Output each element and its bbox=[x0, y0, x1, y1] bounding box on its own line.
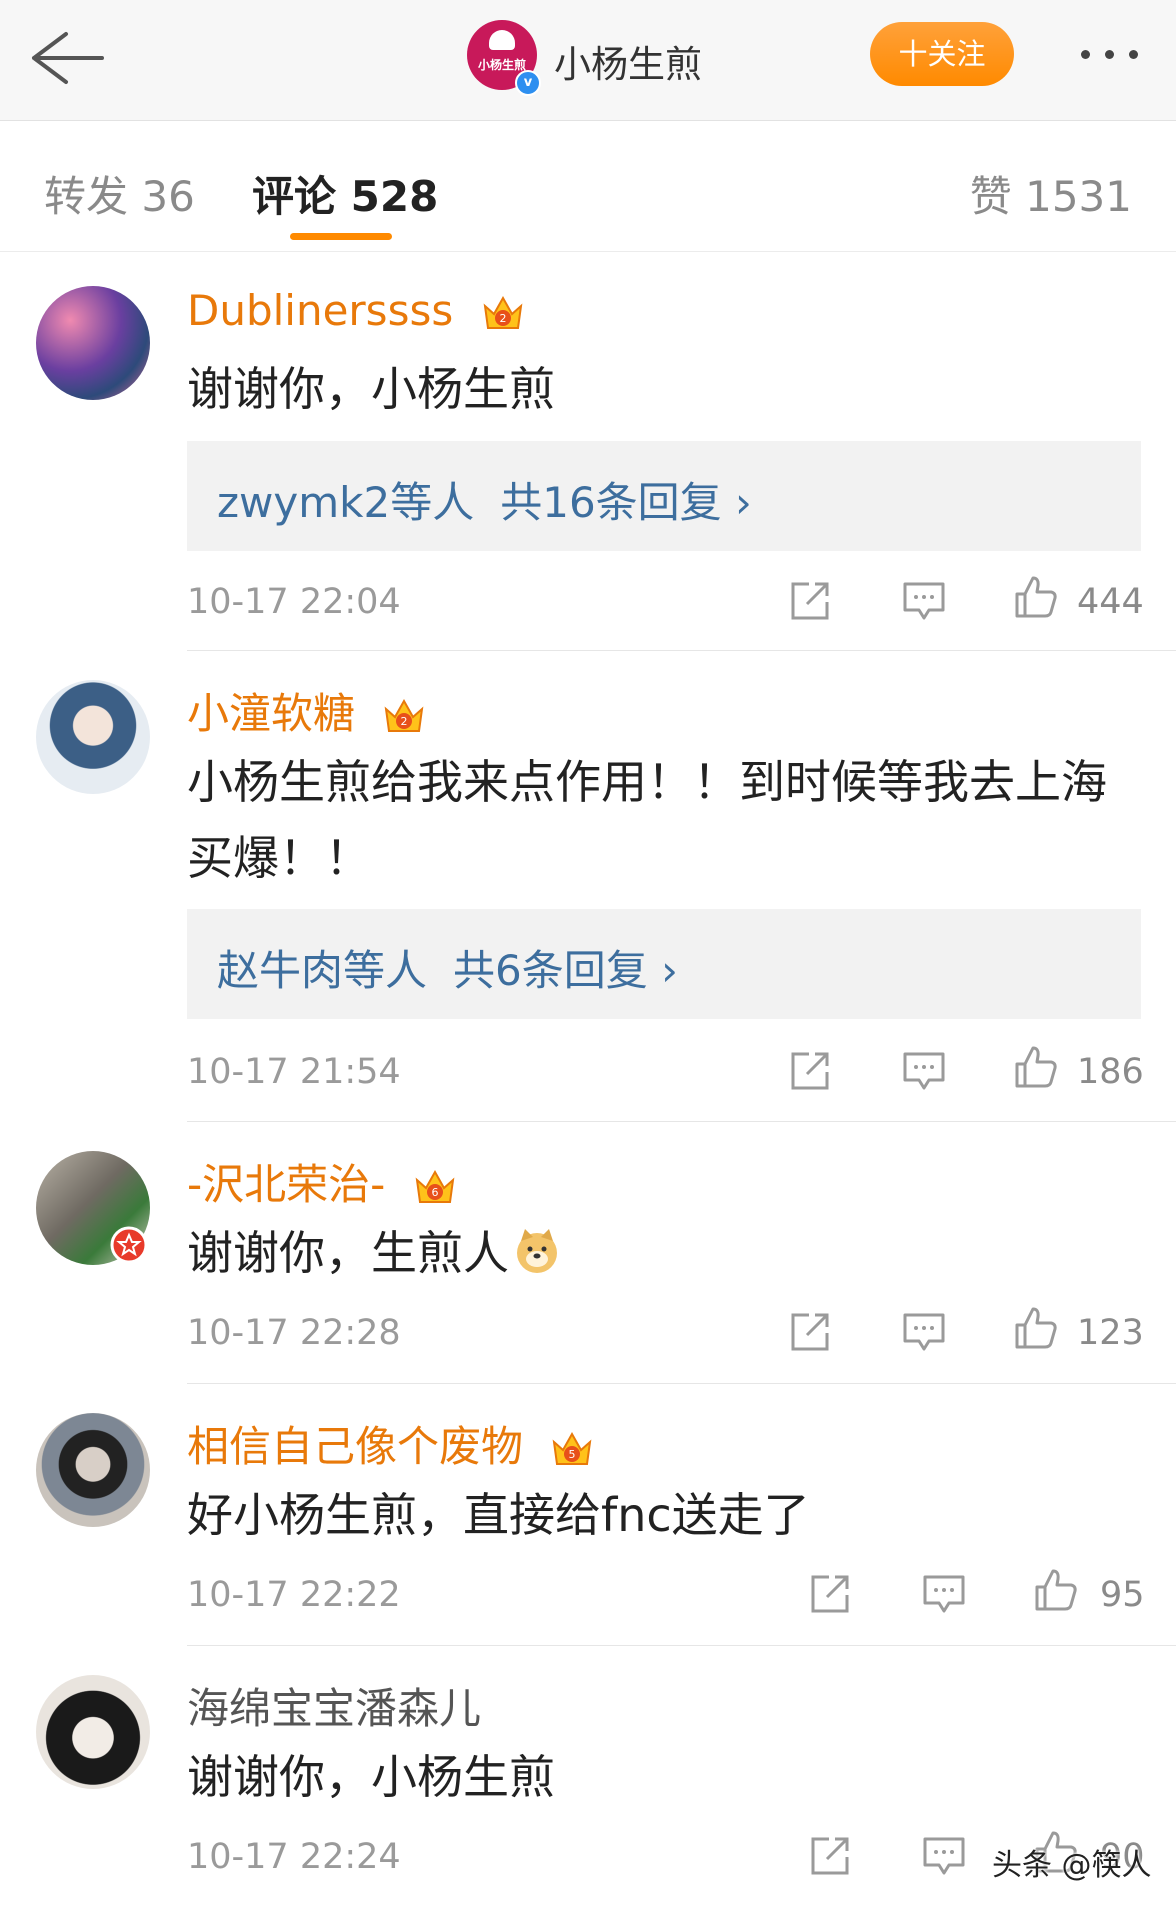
comment-text: 好小杨生煎，直接给fnc送走了 bbox=[187, 1488, 810, 1542]
divider bbox=[187, 1645, 1176, 1646]
crown-icon: 5 bbox=[553, 1431, 592, 1465]
tab-bar: 转发 36 评论 528 赞 1531 bbox=[0, 121, 1176, 252]
replies-link[interactable]: 赵牛肉等人 共6条回复 › bbox=[187, 909, 1141, 1019]
username-text: Dublinerssss bbox=[187, 286, 454, 335]
verified-badge-icon: v bbox=[515, 70, 541, 96]
like-icon[interactable] bbox=[1013, 1044, 1059, 1090]
divider bbox=[187, 1383, 1176, 1384]
divider bbox=[187, 650, 1176, 651]
comment-text: 小杨生煎给我来点作用！！到时候等我去上海买爆！！ bbox=[187, 755, 1107, 885]
username-text: 相信自己像个废物 bbox=[187, 1422, 524, 1471]
share-icon[interactable] bbox=[787, 578, 833, 624]
share-icon[interactable] bbox=[807, 1833, 853, 1879]
reply-count: 共16条回复 › bbox=[500, 478, 752, 527]
crown-level: 6 bbox=[431, 1186, 438, 1199]
username[interactable]: -沢北荣治- 6 bbox=[187, 1151, 457, 1212]
reply-users: zwymk2等人 bbox=[217, 478, 475, 527]
share-icon[interactable] bbox=[807, 1571, 853, 1617]
crown-icon: 6 bbox=[415, 1169, 455, 1203]
back-arrow-icon[interactable] bbox=[26, 28, 106, 88]
avatar[interactable] bbox=[36, 286, 150, 400]
comment-text: 谢谢你，小杨生煎 bbox=[187, 362, 555, 416]
comment-icon[interactable] bbox=[921, 1571, 967, 1617]
tab-repost[interactable]: 转发 36 bbox=[44, 163, 195, 224]
comment-text: 谢谢你，生煎人 bbox=[187, 1215, 1137, 1291]
crown-level: 2 bbox=[499, 312, 506, 325]
username[interactable]: 小潼软糖 2 bbox=[187, 680, 426, 741]
more-options-icon[interactable] bbox=[1075, 42, 1145, 66]
reply-count: 共6条回复 › bbox=[453, 946, 678, 995]
comment-icon[interactable] bbox=[921, 1833, 967, 1879]
comment-text-content: 谢谢你，生煎人 bbox=[187, 1226, 509, 1280]
crown-icon: 2 bbox=[483, 295, 522, 329]
timestamp: 10-17 22:28 bbox=[187, 1313, 401, 1353]
tab-likes[interactable]: 赞 1531 bbox=[970, 163, 1132, 224]
timestamp: 10-17 22:22 bbox=[187, 1575, 401, 1615]
brand-name[interactable]: 小杨生煎 bbox=[554, 34, 702, 88]
username-text: 小潼软糖 bbox=[187, 689, 356, 738]
username-text: 海绵宝宝潘森儿 bbox=[187, 1684, 482, 1733]
like-count: 123 bbox=[1077, 1313, 1144, 1353]
reply-users: 赵牛肉等人 bbox=[217, 946, 428, 995]
comment-text: 谢谢你，小杨生煎 bbox=[187, 1750, 555, 1804]
comment-icon[interactable] bbox=[901, 1048, 947, 1094]
comment-icon[interactable] bbox=[901, 578, 947, 624]
crown-level: 5 bbox=[569, 1448, 576, 1461]
crown-level: 2 bbox=[401, 715, 408, 728]
crown-icon: 2 bbox=[385, 698, 424, 732]
replies-link[interactable]: zwymk2等人 共16条回复 › bbox=[187, 441, 1141, 551]
timestamp: 10-17 22:04 bbox=[187, 582, 401, 622]
username-text: -沢北荣治- bbox=[187, 1160, 386, 1209]
bun-icon bbox=[489, 30, 515, 50]
timestamp: 10-17 21:54 bbox=[187, 1052, 401, 1092]
avatar[interactable] bbox=[36, 1413, 150, 1527]
verified-star-badge-icon bbox=[110, 1226, 148, 1264]
share-icon[interactable] bbox=[787, 1048, 833, 1094]
tab-comments[interactable]: 评论 528 bbox=[252, 163, 438, 224]
top-bar: 小杨生煎 v 小杨生煎 十关注 bbox=[0, 0, 1176, 121]
avatar[interactable] bbox=[36, 1675, 150, 1789]
like-count: 186 bbox=[1077, 1052, 1144, 1092]
divider bbox=[187, 1121, 1176, 1122]
like-icon[interactable] bbox=[1013, 1305, 1059, 1351]
watermark: 头条 @筷人 bbox=[992, 1848, 1152, 1883]
timestamp: 10-17 22:24 bbox=[187, 1837, 401, 1877]
like-icon[interactable] bbox=[1033, 1567, 1079, 1613]
like-count: 95 bbox=[1100, 1575, 1145, 1615]
like-count: 444 bbox=[1077, 582, 1144, 622]
avatar[interactable] bbox=[36, 680, 150, 794]
like-icon[interactable] bbox=[1013, 574, 1059, 620]
follow-button[interactable]: 十关注 bbox=[870, 22, 1014, 86]
share-icon[interactable] bbox=[787, 1309, 833, 1355]
doge-emoji-icon bbox=[517, 1229, 557, 1273]
active-tab-indicator bbox=[290, 233, 392, 240]
comment-icon[interactable] bbox=[901, 1309, 947, 1355]
username[interactable]: 相信自己像个废物 5 bbox=[187, 1413, 594, 1474]
username[interactable]: Dublinerssss 2 bbox=[187, 286, 525, 336]
username[interactable]: 海绵宝宝潘森儿 bbox=[187, 1675, 481, 1736]
